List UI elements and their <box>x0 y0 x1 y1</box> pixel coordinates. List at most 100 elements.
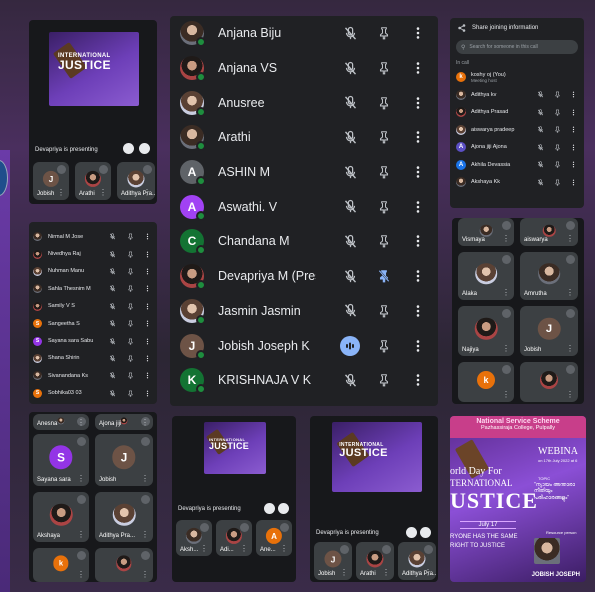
participant-tile[interactable]: Arathi ⋮ <box>75 162 111 200</box>
participant-row[interactable]: Arathi <box>170 120 438 155</box>
participant-tile[interactable]: Akshaya ⋮ <box>33 492 89 542</box>
more-options-icon[interactable] <box>142 390 152 397</box>
participant-row[interactable]: Nirmal M Jose <box>29 228 157 245</box>
participant-tile[interactable]: J Jobish ⋮ <box>33 162 69 200</box>
mic-control-icon[interactable] <box>406 527 417 538</box>
participant-row[interactable]: Nuhman Manu <box>29 263 157 280</box>
more-options-icon[interactable] <box>142 320 152 327</box>
pin-icon[interactable] <box>551 144 563 151</box>
participant-row[interactable]: K KRISHNAJA V K <box>170 363 438 398</box>
more-options-icon[interactable] <box>568 109 578 116</box>
pin-icon[interactable] <box>374 26 394 40</box>
people-panel-row[interactable]: Akshaya Kk <box>450 174 584 192</box>
more-options-icon[interactable]: ⋮ <box>240 545 248 553</box>
participant-tile[interactable]: J Jobish ⋮ <box>520 306 578 356</box>
more-options-icon[interactable]: ⋮ <box>424 569 432 577</box>
participant-tile[interactable]: k ⋮ <box>458 362 514 402</box>
mic-off-icon[interactable] <box>340 95 360 110</box>
mic-off-icon[interactable] <box>534 91 546 98</box>
mic-off-icon[interactable] <box>106 250 118 258</box>
participant-tile[interactable]: Adi... ⋮ <box>216 520 252 556</box>
pin-icon[interactable] <box>124 285 136 293</box>
more-options-icon[interactable]: ⋮ <box>502 289 510 297</box>
participant-tile[interactable]: Adithya Pra... ⋮ <box>117 162 155 200</box>
more-options-icon[interactable] <box>142 303 152 310</box>
participant-row[interactable]: Shana Shirin <box>29 350 157 367</box>
more-options-icon[interactable]: ⋮ <box>566 235 574 243</box>
participant-tile[interactable]: Arathi ⋮ <box>356 542 394 580</box>
pin-icon[interactable] <box>124 251 136 258</box>
more-options-icon[interactable] <box>408 304 428 318</box>
more-options-icon[interactable] <box>568 91 578 98</box>
pin-icon[interactable] <box>551 91 563 98</box>
mic-off-icon[interactable] <box>106 303 118 310</box>
more-options-icon[interactable] <box>408 96 428 110</box>
mic-off-icon[interactable] <box>106 372 118 379</box>
more-options-icon[interactable]: ⋮ <box>566 289 574 297</box>
participant-tile[interactable]: Adithya Pra... ⋮ <box>398 542 436 580</box>
mic-off-icon[interactable] <box>534 109 546 116</box>
pin-icon[interactable] <box>551 126 563 133</box>
mic-off-icon[interactable] <box>106 355 118 362</box>
participant-row[interactable]: Devapriya M (Pres... <box>170 259 438 294</box>
more-options-icon[interactable] <box>142 251 152 258</box>
mic-off-icon[interactable] <box>340 199 360 214</box>
more-options-icon[interactable]: ⋮ <box>141 475 149 483</box>
pin-icon[interactable] <box>374 339 394 353</box>
participant-tile[interactable]: Alaka ⋮ <box>458 252 514 300</box>
mic-off-icon[interactable] <box>534 144 546 151</box>
participant-row[interactable]: Anusree <box>170 85 438 120</box>
participant-tile[interactable]: k ⋮ <box>33 548 89 582</box>
mic-off-icon[interactable] <box>340 303 360 318</box>
pin-icon[interactable] <box>374 373 394 387</box>
participant-row[interactable]: A ASHIN M <box>170 155 438 190</box>
mic-off-icon[interactable] <box>106 268 118 275</box>
fullscreen-icon[interactable] <box>420 527 431 538</box>
more-options-icon[interactable] <box>142 355 152 362</box>
mic-off-icon[interactable] <box>106 285 118 292</box>
participant-tile[interactable]: Amrutha ⋮ <box>520 252 578 300</box>
participant-tile[interactable]: Ajona jiji ⋮ <box>95 414 153 430</box>
participant-tile[interactable]: J Jobish ⋮ <box>95 434 153 486</box>
more-options-icon[interactable]: ⋮ <box>200 545 208 553</box>
participant-tile[interactable]: ⋮ <box>520 362 578 402</box>
fullscreen-icon[interactable] <box>278 503 289 514</box>
more-options-icon[interactable] <box>408 61 428 75</box>
pin-icon[interactable] <box>124 320 136 327</box>
more-options-icon[interactable]: ⋮ <box>566 391 574 399</box>
more-options-icon[interactable]: ⋮ <box>382 569 390 577</box>
more-options-icon[interactable]: ⋮ <box>502 345 510 353</box>
people-panel-row[interactable]: Adithya kv <box>450 86 584 104</box>
participant-row[interactable]: Sahla Thesnim M <box>29 280 157 297</box>
participant-tile[interactable]: ⋮ <box>95 548 153 582</box>
more-options-icon[interactable]: ⋮ <box>99 189 107 197</box>
more-options-icon[interactable] <box>408 200 428 214</box>
more-options-icon[interactable]: ⋮ <box>141 571 149 579</box>
host-row[interactable]: k koshy oj (You) Meeting host <box>450 68 584 86</box>
more-options-icon[interactable]: ⋮ <box>340 569 348 577</box>
participant-row[interactable]: Nivedhya Raj <box>29 245 157 262</box>
participant-tile[interactable]: J Jobish ⋮ <box>314 542 352 580</box>
pin-icon[interactable] <box>374 96 394 110</box>
participant-row[interactable]: Sivanandana Ks <box>29 367 157 384</box>
people-panel-row[interactable]: A Akhila Devassia <box>450 156 584 174</box>
mic-off-icon[interactable] <box>106 390 118 397</box>
mic-off-icon[interactable] <box>534 179 546 186</box>
mic-off-icon[interactable] <box>340 269 360 284</box>
more-options-icon[interactable] <box>408 339 428 353</box>
participant-row[interactable]: S Sangeetha S <box>29 315 157 332</box>
mic-off-icon[interactable] <box>534 126 546 133</box>
pin-icon[interactable] <box>124 268 136 275</box>
more-options-icon[interactable]: ⋮ <box>77 531 85 539</box>
participant-row[interactable]: Samily V S <box>29 298 157 315</box>
pin-icon[interactable] <box>374 200 394 214</box>
more-options-icon[interactable]: ⋮ <box>77 475 85 483</box>
participant-row[interactable]: Anjana Biju <box>170 16 438 51</box>
more-options-icon[interactable] <box>142 338 152 345</box>
more-options-icon[interactable] <box>408 269 428 283</box>
participant-tile[interactable]: Aksh... ⋮ <box>176 520 212 556</box>
pin-icon[interactable] <box>374 234 394 248</box>
people-search-input[interactable]: ⚲ Search for someone in this call <box>456 40 578 54</box>
participant-tile[interactable]: Anesna ⋮ <box>33 414 89 430</box>
participant-row[interactable]: Anjana VS <box>170 51 438 86</box>
